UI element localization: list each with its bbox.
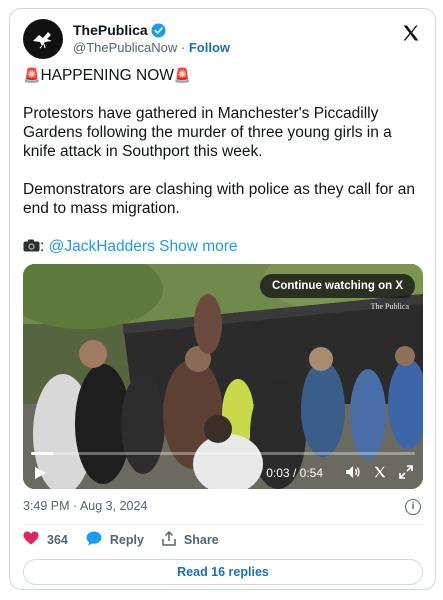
heart-icon <box>23 531 39 549</box>
tweet-embed-card: ThePublica @ThePublicaNow · Follow 🚨HAPP… <box>9 8 436 590</box>
fullscreen-icon[interactable] <box>399 464 413 482</box>
share-button[interactable]: Share <box>162 530 219 550</box>
video-progress-fill <box>31 452 53 455</box>
siren-icon: 🚨 <box>173 67 192 83</box>
time-separator: / <box>292 466 297 480</box>
account-handle[interactable]: @ThePublicaNow <box>73 40 177 55</box>
avatar[interactable] <box>23 19 63 59</box>
play-icon[interactable] <box>33 466 47 480</box>
video-controls: 0:03 / 0:54 <box>23 457 423 489</box>
share-icon <box>162 530 176 550</box>
siren-icon: 🚨 <box>23 67 41 83</box>
current-time: 0:03 <box>266 466 290 480</box>
tweet-text: 🚨HAPPENING NOW🚨 Protestors have gathered… <box>23 66 421 256</box>
read-replies-button[interactable]: Read 16 replies <box>23 559 423 585</box>
info-icon[interactable]: i <box>405 499 421 515</box>
handle-separator: · <box>180 40 186 55</box>
tweet-credit: : @JackHadders Show more <box>23 237 421 256</box>
tweet-headline: 🚨HAPPENING NOW🚨 <box>23 66 421 85</box>
account-names: ThePublica @ThePublicaNow · Follow <box>73 21 230 57</box>
reply-label: Reply <box>109 533 144 547</box>
verified-badge-icon <box>151 22 166 38</box>
like-button[interactable]: 364 <box>23 531 68 549</box>
headline-text: HAPPENING NOW <box>40 67 174 84</box>
publica-bird-icon <box>33 32 52 49</box>
tweet-header: ThePublica @ThePublicaNow · Follow <box>23 19 423 59</box>
tweet-paragraph: Protestors have gathered in Manchester's… <box>23 105 392 160</box>
continue-watching-button[interactable]: Continue watching on X <box>260 274 415 298</box>
video-progress-bar[interactable] <box>31 452 415 455</box>
likes-count: 364 <box>47 533 68 547</box>
video-watermark: The Publica <box>370 302 409 311</box>
display-name[interactable]: ThePublica <box>73 21 148 39</box>
x-logo-icon[interactable] <box>373 465 387 482</box>
tweet-paragraph: Demonstrators are clashing with police a… <box>23 181 415 217</box>
camera-icon <box>23 237 40 256</box>
duration: 0:54 <box>299 466 323 480</box>
show-more-link[interactable]: Show more <box>159 238 237 255</box>
x-logo-icon[interactable] <box>401 23 421 49</box>
tweet-timestamp[interactable]: 3:49 PM · Aug 3, 2024 <box>23 499 147 513</box>
tweet-meta: 3:49 PM · Aug 3, 2024 i <box>23 499 423 519</box>
video-player[interactable]: Continue watching on X The Publica 0:03 … <box>23 264 423 489</box>
credit-prefix: : <box>40 238 45 255</box>
credit-handle-link[interactable]: @JackHadders <box>49 238 155 255</box>
share-label: Share <box>183 533 219 547</box>
volume-icon[interactable] <box>345 465 361 482</box>
divider <box>23 524 423 525</box>
video-time: 0:03 / 0:54 <box>266 466 323 480</box>
tweet-actions: 364 Reply Share <box>23 529 237 551</box>
follow-button[interactable]: Follow <box>189 40 230 55</box>
reply-bubble-icon <box>86 531 102 550</box>
reply-button[interactable]: Reply <box>86 531 144 550</box>
